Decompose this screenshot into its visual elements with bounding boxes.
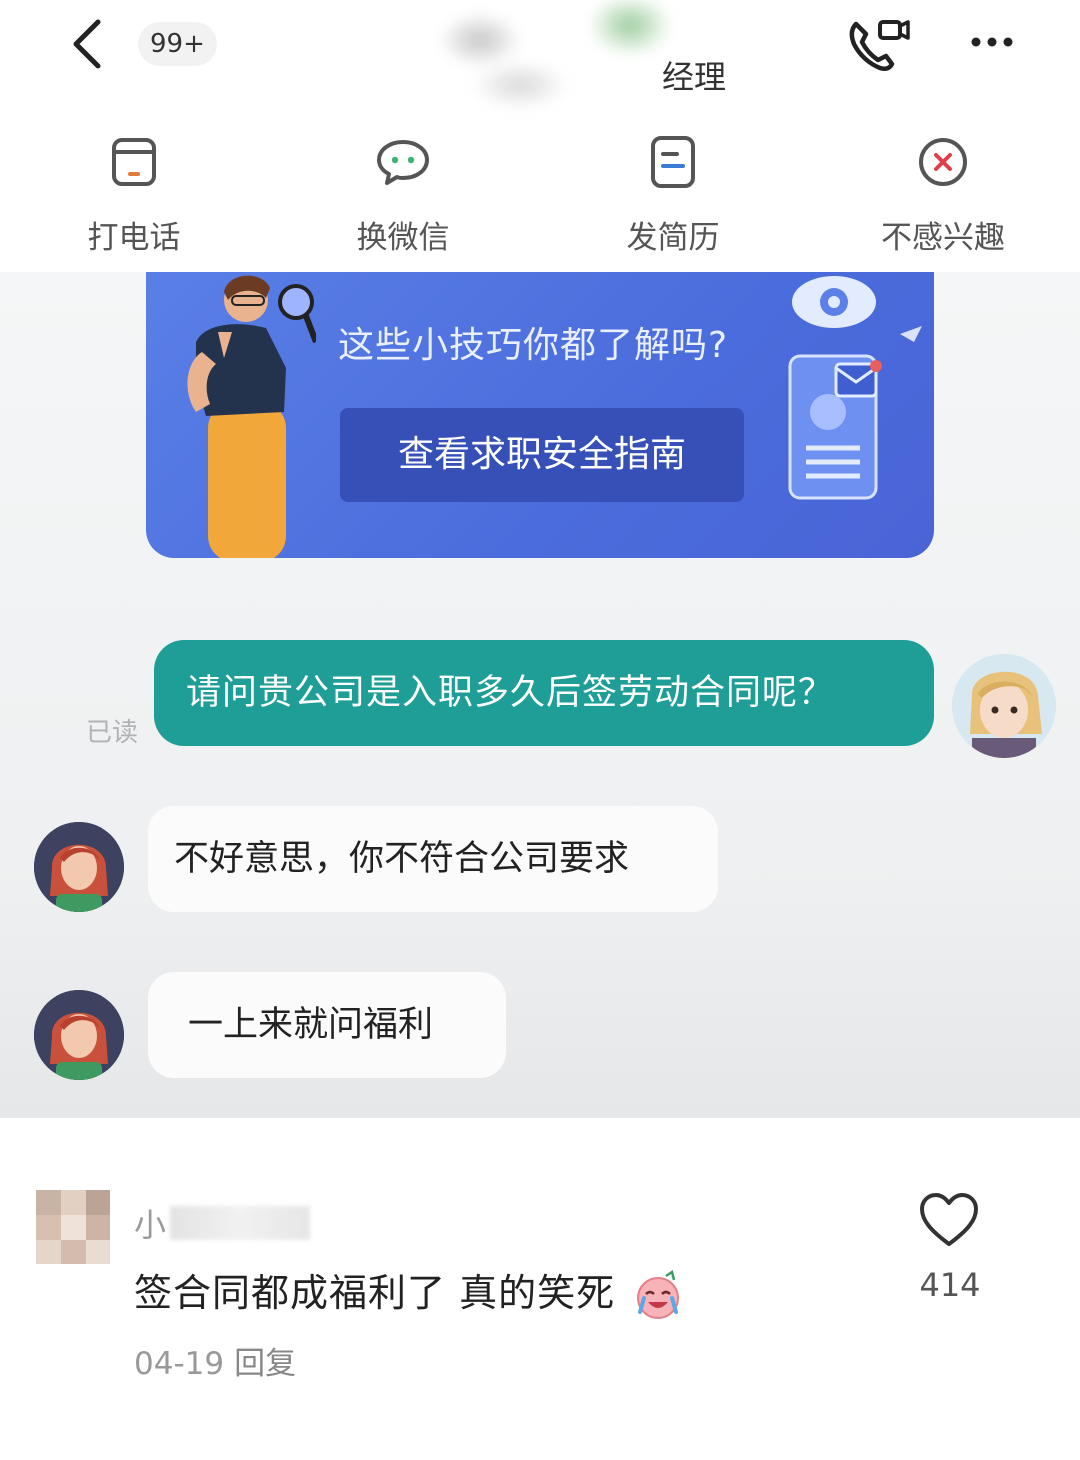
chat-header: 99+ 经理: [0, 0, 1080, 110]
anime-avatar-image: [952, 654, 1056, 758]
action-label: 换微信: [356, 220, 450, 256]
wechat-chat-icon: [377, 140, 429, 185]
crying-laughing-emoji-icon: [637, 1269, 680, 1319]
woman-avatar-image: [34, 822, 124, 912]
reply-button[interactable]: 回复: [234, 1346, 296, 1382]
action-label: 发简历: [626, 220, 720, 256]
woman-avatar-image: [34, 990, 124, 1080]
banner-question: 这些小技巧你都了解吗?: [338, 325, 729, 366]
phone-card-icon: [112, 138, 156, 186]
unread-badge[interactable]: 99+: [138, 22, 217, 66]
action-label: 打电话: [87, 220, 181, 256]
recruiter-avatar[interactable]: [34, 990, 124, 1080]
blurred-contact-name: [400, 0, 700, 110]
call-phone-action[interactable]: 打电话: [44, 132, 224, 257]
outgoing-message-bubble[interactable]: 请问贵公司是入职多久后签劳动合同呢？: [154, 640, 934, 746]
comment-text-row: 签合同都成福利了 真的笑死: [134, 1262, 684, 1322]
chat-area[interactable]: 这些小技巧你都了解吗? 查看求职安全指南 已读 请问贵公司是入职多久后签劳动合同…: [0, 272, 1080, 1118]
exchange-wechat-action[interactable]: 换微信: [313, 132, 493, 257]
contact-title: 经理: [662, 58, 727, 96]
heart-icon[interactable]: [918, 1192, 980, 1248]
commenter-name[interactable]: 小: [134, 1200, 166, 1246]
back-button[interactable]: [60, 14, 120, 74]
resume-icon: [651, 136, 695, 188]
action-label: 不感兴趣: [881, 220, 1005, 256]
not-interested-action[interactable]: 不感兴趣: [853, 132, 1033, 257]
comment-text: 签合同都成福利了 真的笑死: [134, 1271, 616, 1315]
read-status: 已读: [86, 718, 139, 748]
incoming-message-bubble[interactable]: 一上来就问福利: [148, 972, 506, 1078]
chevron-left-icon: [73, 19, 101, 69]
call-button[interactable]: [842, 14, 912, 74]
more-dots-icon: [971, 37, 1013, 47]
more-options-button[interactable]: [962, 22, 1022, 62]
my-avatar[interactable]: [952, 654, 1056, 758]
comment-item: 小 签合同都成福利了 真的笑死 04-19 回复 414: [0, 1120, 1080, 1460]
comment-meta: 04-19 回复: [134, 1338, 296, 1383]
close-circle-icon: [919, 138, 967, 186]
view-safety-guide-button[interactable]: 查看求职安全指南: [340, 408, 744, 502]
recruiter-avatar[interactable]: [34, 822, 124, 912]
blurred-commenter-name: [170, 1206, 310, 1240]
comment-date: 04-19: [134, 1346, 225, 1382]
resume-eye-illustration: [788, 276, 922, 500]
like-count: 414: [919, 1266, 981, 1304]
send-resume-action[interactable]: 发简历: [583, 132, 763, 257]
woman-magnifier-illustration: [187, 275, 316, 558]
safety-guide-card[interactable]: 这些小技巧你都了解吗? 查看求职安全指南: [146, 272, 934, 558]
commenter-avatar[interactable]: [36, 1190, 110, 1264]
quick-actions-bar: 打电话 换微信 发简历 不感兴趣: [0, 120, 1080, 270]
incoming-message-bubble[interactable]: 不好意思，你不符合公司要求: [148, 806, 718, 912]
phone-video-icon: [849, 20, 910, 72]
